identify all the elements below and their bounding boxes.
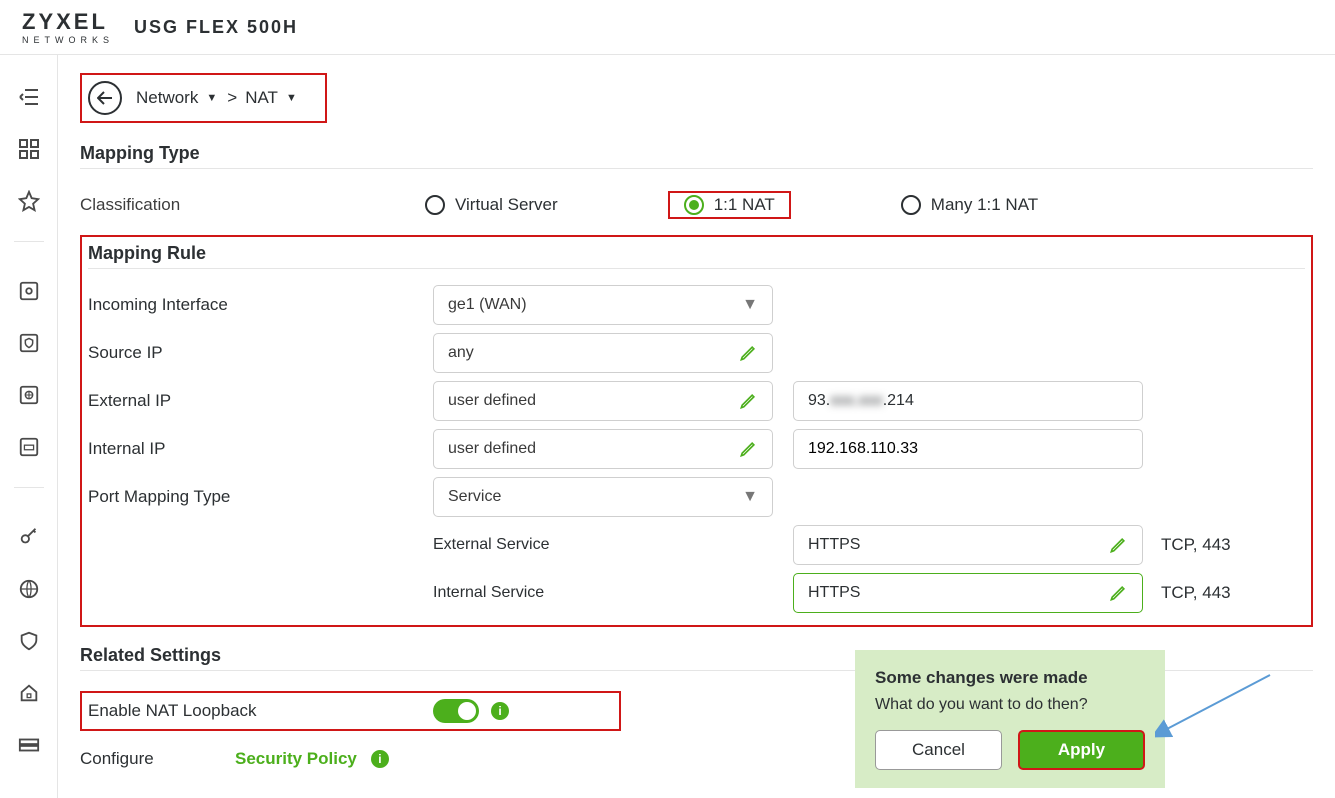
internal-ip-label: Internal IP: [88, 439, 433, 459]
internal-ip-input[interactable]: [793, 429, 1143, 469]
popup-title: Some changes were made: [875, 668, 1145, 688]
external-ip-label: External IP: [88, 391, 433, 411]
internal-service-input[interactable]: HTTPS: [793, 573, 1143, 613]
breadcrumb-sep: >: [227, 88, 237, 108]
edit-icon[interactable]: [738, 391, 758, 411]
edit-icon[interactable]: [1108, 583, 1128, 603]
incoming-interface-select[interactable]: ge1 (WAN) ▼: [433, 285, 773, 325]
app-header: ZYXEL NETWORKS USG FLEX 500H: [0, 0, 1335, 55]
back-button[interactable]: [88, 81, 122, 115]
external-service-input[interactable]: HTTPS: [793, 525, 1143, 565]
info-icon[interactable]: i: [491, 702, 509, 720]
radio-1-1-nat[interactable]: 1:1 NAT: [668, 191, 791, 219]
nat-loopback-row: Enable NAT Loopback i: [80, 691, 621, 731]
product-name: USG FLEX 500H: [134, 17, 298, 38]
sidebar: [0, 55, 58, 798]
breadcrumb: Network ▼ > NAT ▼: [80, 73, 327, 123]
configure-label: Configure: [80, 749, 175, 769]
globe-page-icon[interactable]: [17, 383, 41, 407]
shield-page-icon[interactable]: [17, 331, 41, 355]
external-service-value: HTTPS: [808, 536, 860, 554]
content-area: Network ▼ > NAT ▼ Mapping Type Classific…: [58, 55, 1335, 798]
apply-button[interactable]: Apply: [1018, 730, 1145, 770]
settings-page-icon[interactable]: [17, 279, 41, 303]
radio-virtual-label: Virtual Server: [455, 195, 558, 215]
source-ip-label: Source IP: [88, 343, 433, 363]
external-service-label: External Service: [433, 536, 773, 554]
radio-many-1-1-nat[interactable]: Many 1:1 NAT: [901, 191, 1038, 219]
external-ip-select[interactable]: user defined: [433, 381, 773, 421]
dashboard-icon[interactable]: [17, 137, 41, 161]
classification-label: Classification: [80, 195, 425, 215]
internal-service-value: HTTPS: [808, 584, 860, 602]
popup-message: What do you want to do then?: [875, 696, 1145, 714]
menu-toggle-icon[interactable]: [17, 85, 41, 109]
mapping-rule-section: Mapping Rule Incoming Interface ge1 (WAN…: [80, 235, 1313, 627]
edit-icon[interactable]: [1108, 535, 1128, 555]
incoming-interface-label: Incoming Interface: [88, 295, 433, 315]
internal-ip-select[interactable]: user defined: [433, 429, 773, 469]
security-policy-link[interactable]: Security Policy: [235, 749, 357, 769]
external-ip-mode: user defined: [448, 392, 536, 410]
breadcrumb-network[interactable]: Network: [136, 88, 198, 108]
radio-1-1-label: 1:1 NAT: [714, 195, 775, 215]
incoming-interface-value: ge1 (WAN): [448, 296, 527, 314]
port-mapping-select[interactable]: Service ▼: [433, 477, 773, 517]
star-icon[interactable]: [17, 189, 41, 213]
chevron-down-icon: ▼: [742, 488, 758, 506]
changes-popup: Some changes were made What do you want …: [855, 650, 1165, 788]
chevron-down-icon[interactable]: ▼: [286, 92, 297, 104]
cancel-button[interactable]: Cancel: [875, 730, 1002, 770]
source-ip-value: any: [448, 344, 474, 362]
external-service-port: TCP, 443: [1161, 535, 1231, 555]
internal-service-port: TCP, 443: [1161, 583, 1231, 603]
internal-service-label: Internal Service: [433, 584, 773, 602]
breadcrumb-nat[interactable]: NAT: [245, 88, 278, 108]
radio-virtual-server[interactable]: Virtual Server: [425, 191, 558, 219]
logo-subtext: NETWORKS: [22, 35, 114, 45]
edit-icon[interactable]: [738, 343, 758, 363]
nat-loopback-toggle[interactable]: [433, 699, 479, 723]
server-icon[interactable]: [17, 733, 41, 757]
radio-many-label: Many 1:1 NAT: [931, 195, 1038, 215]
port-mapping-value: Service: [448, 488, 501, 506]
source-ip-field[interactable]: any: [433, 333, 773, 373]
chevron-down-icon[interactable]: ▼: [206, 92, 217, 104]
mapping-type-title: Mapping Type: [80, 143, 1313, 164]
mapping-rule-title: Mapping Rule: [82, 243, 1311, 264]
shield-icon[interactable]: [17, 629, 41, 653]
nat-loopback-label: Enable NAT Loopback: [88, 701, 333, 721]
port-mapping-label: Port Mapping Type: [88, 487, 433, 507]
globe-icon[interactable]: [17, 577, 41, 601]
internal-ip-mode: user defined: [448, 440, 536, 458]
vpn-page-icon[interactable]: [17, 435, 41, 459]
chevron-down-icon: ▼: [742, 296, 758, 314]
edit-icon[interactable]: [738, 439, 758, 459]
logo: ZYXEL NETWORKS: [22, 9, 114, 45]
lock-house-icon[interactable]: [17, 681, 41, 705]
info-icon[interactable]: i: [371, 750, 389, 768]
external-ip-input[interactable]: 93. xxx.xxx .214: [793, 381, 1143, 421]
key-icon[interactable]: [17, 525, 41, 549]
logo-text: ZYXEL: [22, 9, 114, 35]
internal-ip-value[interactable]: [808, 440, 1128, 458]
